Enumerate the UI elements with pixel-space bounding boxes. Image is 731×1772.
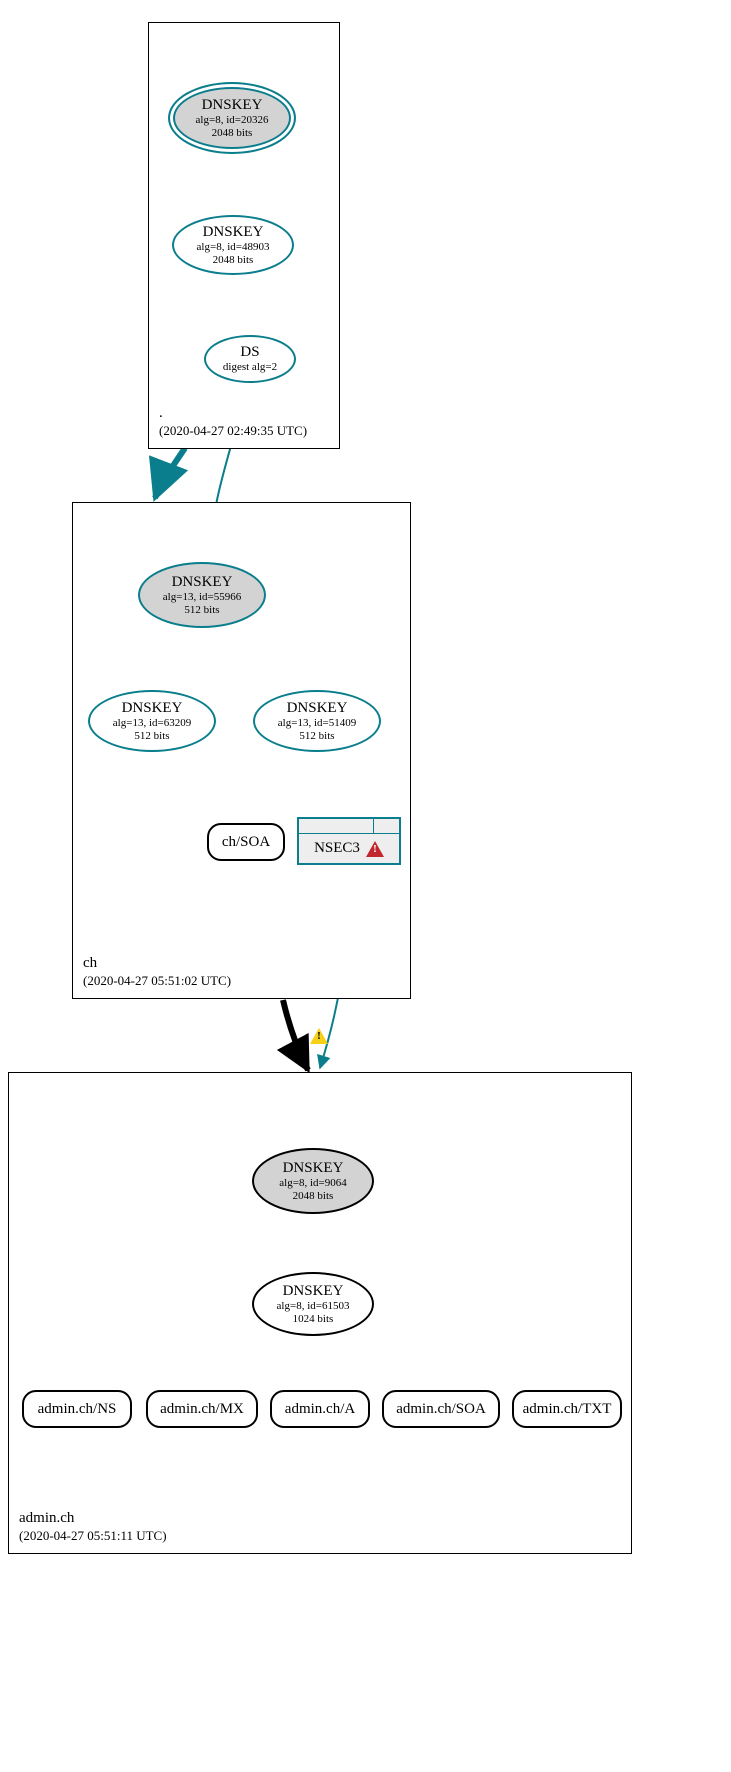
zone-ch-name: ch [83,954,231,974]
node-title: DNSKEY [172,574,233,591]
node-rr-ns: admin.ch/NS [22,1390,132,1428]
warning-icon [310,1028,328,1044]
node-root-zsk: DNSKEY alg=8, id=48903 2048 bits [172,215,294,275]
zone-root-name: . [159,404,307,424]
node-sub2: 2048 bits [212,127,253,140]
node-ch-ksk: DNSKEY alg=13, id=55966 512 bits [138,562,266,628]
warning-icon [366,841,384,857]
node-sub1: alg=13, id=63209 [113,717,191,730]
node-title: DNSKEY [283,1283,344,1300]
zone-ch-label: ch (2020-04-27 05:51:02 UTC) [83,954,231,990]
node-root-ksk: DNSKEY alg=8, id=20326 2048 bits [168,82,296,154]
node-sub2: 512 bits [299,730,334,743]
node-root-ds: DS digest alg=2 [204,335,296,383]
node-sub1: alg=8, id=61503 [277,1300,350,1313]
node-sub1: alg=8, id=20326 [196,114,269,127]
record-label: admin.ch/MX [160,1401,244,1418]
node-nsec3: NSEC3 [297,817,401,865]
node-ch-soa: ch/SOA [207,823,285,861]
node-title: DNSKEY [202,97,263,114]
node-title: DNSKEY [287,700,348,717]
record-label: admin.ch/TXT [523,1401,612,1418]
record-label: admin.ch/SOA [396,1401,486,1418]
zone-ch-timestamp: (2020-04-27 05:51:02 UTC) [83,973,231,990]
node-admin-ksk: DNSKEY alg=8, id=9064 2048 bits [252,1148,374,1214]
node-ch-zsk1: DNSKEY alg=13, id=63209 512 bits [88,690,216,752]
node-sub1: alg=13, id=55966 [163,591,241,604]
zone-admin-label: admin.ch (2020-04-27 05:51:11 UTC) [19,1509,167,1545]
node-sub1: alg=13, id=51409 [278,717,356,730]
node-rr-soa: admin.ch/SOA [382,1390,500,1428]
nsec3-label: NSEC3 [314,840,360,857]
node-sub2: 512 bits [184,604,219,617]
node-sub1: alg=8, id=48903 [197,241,270,254]
node-admin-zsk: DNSKEY alg=8, id=61503 1024 bits [252,1272,374,1336]
record-label: admin.ch/NS [38,1401,117,1418]
nsec3-header [299,819,399,834]
node-sub2: 512 bits [134,730,169,743]
zone-root-timestamp: (2020-04-27 02:49:35 UTC) [159,423,307,440]
zone-admin-timestamp: (2020-04-27 05:51:11 UTC) [19,1528,167,1545]
node-title: DNSKEY [122,700,183,717]
node-sub1: digest alg=2 [223,361,277,374]
zone-root-label: . (2020-04-27 02:49:35 UTC) [159,404,307,440]
node-sub1: alg=8, id=9064 [279,1177,346,1190]
node-rr-a: admin.ch/A [270,1390,370,1428]
record-label: ch/SOA [222,834,270,851]
record-label: admin.ch/A [285,1401,355,1418]
node-rr-mx: admin.ch/MX [146,1390,258,1428]
node-sub2: 2048 bits [293,1190,334,1203]
node-sub2: 1024 bits [293,1313,334,1326]
zone-admin-name: admin.ch [19,1509,167,1529]
node-title: DNSKEY [203,224,264,241]
node-ch-zsk2: DNSKEY alg=13, id=51409 512 bits [253,690,381,752]
node-sub2: 2048 bits [213,254,254,267]
node-title: DNSKEY [283,1160,344,1177]
node-title: DS [240,344,259,361]
node-rr-txt: admin.ch/TXT [512,1390,622,1428]
